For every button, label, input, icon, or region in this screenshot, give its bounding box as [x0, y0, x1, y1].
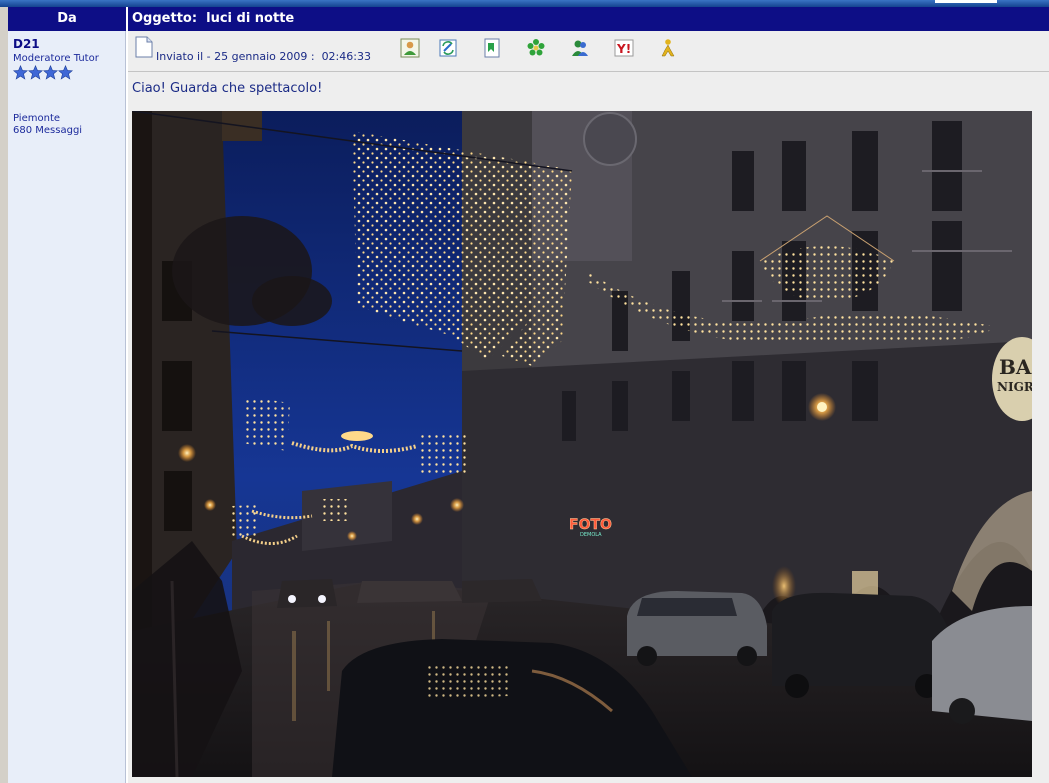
post-cell: Inviato il - 25 gennaio 2009 : 02:46:33 …	[128, 31, 1049, 783]
document-icon	[135, 36, 153, 58]
icq-icon[interactable]	[526, 38, 546, 58]
author-name[interactable]: D21	[13, 37, 120, 51]
photo-neon-subtext: DEMOLA	[580, 532, 602, 538]
top-strip-notch	[935, 0, 997, 3]
photo-bar-sign: BAR	[999, 355, 1032, 379]
author-post-count: 680 Messaggi	[13, 125, 83, 136]
posted-time: 02:46:33	[321, 50, 371, 63]
from-header-label: Da	[57, 11, 77, 26]
posted-prefix: Inviato il -	[156, 50, 211, 63]
edit-icon[interactable]	[438, 38, 458, 58]
profile-icon[interactable]	[400, 38, 420, 58]
msn-icon[interactable]	[570, 38, 590, 58]
svg-text:Y!: Y!	[616, 42, 631, 56]
post-photo: FOTO DEMOLA BAR NIGR	[132, 111, 1032, 777]
author-rank: Moderatore Tutor	[13, 53, 99, 64]
rank-star-icon	[28, 65, 43, 80]
post-body-text: Ciao! Guarda che spettacolo!	[132, 81, 323, 96]
posted-date: 25 gennaio 2009	[214, 50, 308, 63]
rank-star-icon	[43, 65, 58, 80]
forum-post-table: Da Oggetto: luci di notte D21 Moderatore…	[8, 7, 1049, 783]
aim-icon[interactable]	[658, 38, 678, 58]
post-toolbar: Inviato il - 25 gennaio 2009 : 02:46:33 …	[128, 31, 1049, 72]
from-column-header: Da	[8, 7, 126, 31]
rank-star-icon	[58, 65, 73, 80]
post-date: Inviato il - 25 gennaio 2009 : 02:46:33	[156, 50, 371, 63]
rank-star-icon	[13, 65, 28, 80]
night-street-photo: FOTO DEMOLA BAR NIGR	[132, 111, 1032, 777]
subject-value: luci di notte	[206, 11, 295, 26]
author-cell: D21 Moderatore Tutor Piemonte 680 Messag…	[8, 31, 126, 783]
photo-neon-sign: FOTO	[569, 517, 612, 533]
yahoo-icon[interactable]: Y!	[614, 38, 634, 58]
subject-label: Oggetto:	[132, 11, 198, 26]
browser-top-strip	[0, 0, 1049, 7]
author-location: Piemonte	[13, 113, 61, 124]
photo-bar-subsign: NIGR	[997, 380, 1032, 394]
bookmark-icon[interactable]	[482, 38, 502, 58]
rank-stars	[13, 65, 120, 81]
subject-header: Oggetto: luci di notte	[128, 7, 1049, 31]
